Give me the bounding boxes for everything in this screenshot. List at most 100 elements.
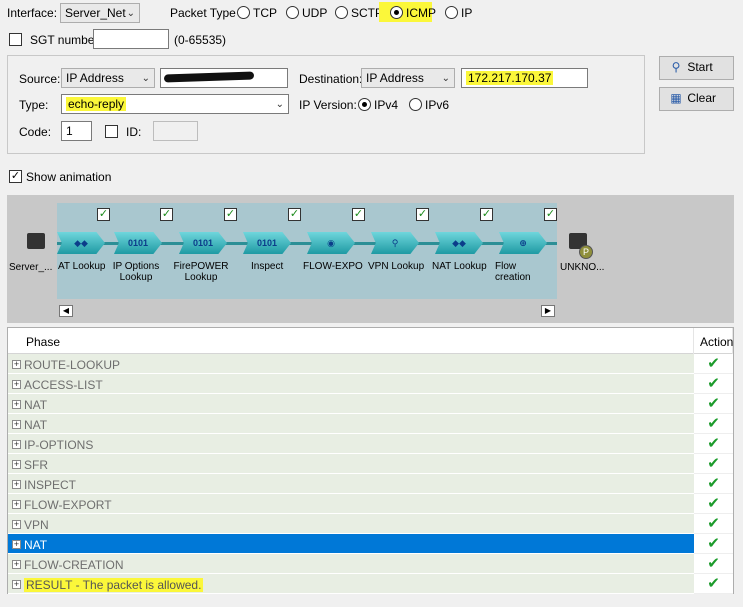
destination-type-select[interactable]: IP Address ⌄ [361, 68, 455, 88]
phase-name: INSPECT [24, 477, 77, 492]
source-type-select[interactable]: IP Address ⌄ [61, 68, 155, 88]
expand-icon[interactable]: + [12, 400, 21, 410]
vpn-icon[interactable]: ⚲ [371, 232, 419, 254]
flow-export-icon[interactable]: ◉ [307, 232, 355, 254]
phase-checkbox[interactable]: ✓ [160, 208, 173, 221]
allow-check-icon: ✔ [707, 395, 720, 412]
table-row[interactable]: + IP-OPTIONS ✔ [8, 434, 733, 454]
action-cell: ✔ [694, 474, 733, 494]
phase-checkbox[interactable]: ✓ [480, 208, 493, 221]
action-cell: ✔ [694, 434, 733, 454]
phase-name: RESULT - The packet is allowed. [24, 577, 204, 592]
radio-udp[interactable] [286, 6, 299, 19]
radio-ipv6[interactable] [409, 98, 422, 111]
firepower-icon[interactable]: 01​01 [179, 232, 227, 254]
action-cell: ✔ [694, 374, 733, 394]
table-row[interactable]: + NAT ✔ [8, 414, 733, 434]
expand-icon[interactable]: + [12, 460, 21, 470]
destination-ip-input[interactable]: 172.217.170.37 [461, 68, 588, 88]
phase-name: SFR [24, 457, 48, 472]
radio-icmp-label: ICMP [406, 6, 436, 20]
start-button[interactable]: ⚲ Start [659, 56, 734, 80]
nat-icon[interactable]: ◆◆ [57, 232, 105, 254]
radio-ipv4-label: IPv4 [374, 98, 399, 112]
scroll-left-button[interactable]: ◀ [59, 305, 73, 317]
table-header: Phase Action [8, 328, 733, 354]
type-label: Type: [19, 98, 49, 112]
nat-icon[interactable]: ◆◆ [435, 232, 483, 254]
phase-cell: + SFR [8, 454, 694, 474]
radio-tcp[interactable] [237, 6, 250, 19]
table-row[interactable]: + NAT ✔ [8, 534, 733, 554]
expand-icon[interactable]: + [12, 380, 21, 390]
expand-icon[interactable]: + [12, 520, 21, 530]
interface-select[interactable]: Server_Net ⌄ [60, 3, 140, 23]
table-row[interactable]: + ACCESS-LIST ✔ [8, 374, 733, 394]
show-animation-checkbox[interactable]: ✓ [9, 170, 22, 183]
table-row[interactable]: + NAT ✔ [8, 394, 733, 414]
radio-ipv6-label: IPv6 [425, 98, 450, 112]
phase-cell: + VPN [8, 514, 694, 534]
clear-button[interactable]: ▦ Clear [659, 87, 734, 111]
table-row[interactable]: + VPN ✔ [8, 514, 733, 534]
allow-check-icon: ✔ [707, 415, 720, 432]
expand-icon[interactable]: + [12, 480, 21, 490]
sgt-label: SGT number [30, 33, 99, 47]
table-row[interactable]: + FLOW-EXPORT ✔ [8, 494, 733, 514]
inspect-icon[interactable]: 01​01 [243, 232, 291, 254]
table-row[interactable]: + RESULT - The packet is allowed. ✔ [8, 574, 733, 594]
phase-label: VPN Lookup [368, 261, 425, 272]
phase-label: FirePOWER Lookup [173, 261, 229, 283]
phase-checkbox[interactable]: ✓ [97, 208, 110, 221]
phase-label: AT Lookup [58, 261, 106, 272]
allow-check-icon: ✔ [707, 355, 720, 372]
phase-cell: + RESULT - The packet is allowed. [8, 574, 694, 594]
id-input[interactable] [153, 121, 198, 141]
table-row[interactable]: + ROUTE-LOOKUP ✔ [8, 354, 733, 374]
radio-sctp[interactable] [335, 6, 348, 19]
radio-ipv4[interactable] [358, 98, 371, 111]
interface-label: Interface: [7, 6, 58, 20]
action-cell: ✔ [694, 514, 733, 534]
phase-cell: + ACCESS-LIST [8, 374, 694, 394]
code-label: Code: [19, 125, 52, 139]
table-row[interactable]: + SFR ✔ [8, 454, 733, 474]
phase-column-header[interactable]: Phase [20, 328, 694, 354]
sgt-input[interactable] [93, 29, 169, 49]
expand-icon[interactable]: + [12, 580, 21, 590]
table-row[interactable]: + INSPECT ✔ [8, 474, 733, 494]
expand-icon[interactable]: + [12, 420, 21, 430]
expand-icon[interactable]: + [12, 540, 21, 550]
expand-icon[interactable]: + [12, 500, 21, 510]
scroll-right-button[interactable]: ▶ [541, 305, 555, 317]
icmp-type-select[interactable]: echo-reply ⌄ [61, 94, 289, 114]
ip-options-icon[interactable]: 01​01 [114, 232, 162, 254]
source-node-label: Server_... [9, 262, 53, 273]
allow-check-icon: ✔ [707, 475, 720, 492]
allow-check-icon: ✔ [707, 455, 720, 472]
expand-icon[interactable]: + [12, 440, 21, 450]
ip-version-label: IP Version: [299, 98, 357, 112]
show-animation-label: Show animation [26, 170, 112, 184]
phase-checkbox[interactable]: ✓ [416, 208, 429, 221]
table-row[interactable]: + FLOW-CREATION ✔ [8, 554, 733, 574]
code-input[interactable]: 1 [61, 121, 92, 141]
phase-checkbox[interactable]: ✓ [352, 208, 365, 221]
phase-label: Inspect [251, 261, 284, 272]
phase-checkbox[interactable]: ✓ [288, 208, 301, 221]
sgt-range: (0-65535) [174, 33, 227, 47]
expand-icon[interactable]: + [12, 560, 21, 570]
id-checkbox[interactable] [105, 125, 118, 138]
radio-icmp[interactable] [390, 6, 403, 19]
action-column-header[interactable]: Action [694, 328, 733, 354]
source-device-icon [27, 233, 45, 249]
expand-icon[interactable]: + [12, 360, 21, 370]
sgt-checkbox[interactable] [9, 33, 22, 46]
allow-check-icon: ✔ [707, 555, 720, 572]
phase-checkbox[interactable]: ✓ [224, 208, 237, 221]
radio-ip[interactable] [445, 6, 458, 19]
phase-name: VPN [24, 517, 49, 532]
flow-creation-icon[interactable]: ⊕ [499, 232, 547, 254]
phase-checkbox[interactable]: ✓ [544, 208, 557, 221]
source-type-value: IP Address [66, 71, 124, 85]
